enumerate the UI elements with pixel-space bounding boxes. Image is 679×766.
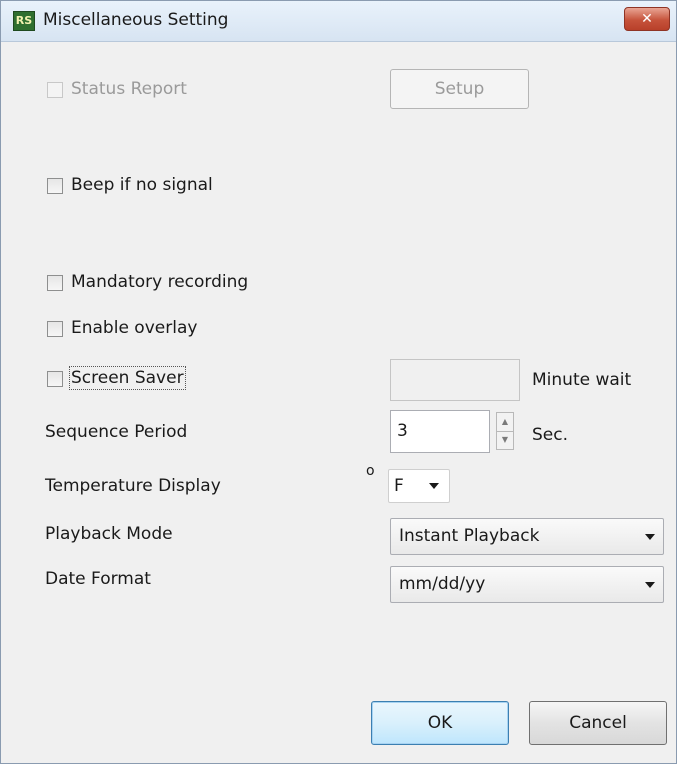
sec-unit-label: Sec.	[532, 425, 569, 445]
sequence-period-spinner[interactable]: ▲ ▼	[496, 412, 514, 450]
enable-overlay-label: Enable overlay	[71, 318, 198, 338]
chevron-down-icon	[645, 581, 655, 588]
enable-overlay-checkbox[interactable]	[47, 321, 63, 337]
playback-mode-select[interactable]: Instant Playback	[390, 518, 664, 555]
ok-button[interactable]: OK	[371, 701, 509, 745]
chevron-down-icon	[645, 533, 655, 540]
spin-down-icon[interactable]: ▼	[497, 431, 513, 449]
date-format-select[interactable]: mm/dd/yy	[390, 566, 664, 603]
screen-saver-checkbox[interactable]	[47, 371, 63, 387]
status-report-checkbox[interactable]	[47, 82, 63, 98]
playback-mode-value: Instant Playback	[399, 526, 540, 546]
playback-mode-label: Playback Mode	[45, 524, 173, 544]
mandatory-recording-checkbox[interactable]	[47, 275, 63, 291]
chevron-down-icon	[429, 483, 439, 489]
title-bar: RS Miscellaneous Setting ✕	[1, 1, 676, 42]
date-format-label: Date Format	[45, 569, 151, 589]
window-title: Miscellaneous Setting	[43, 10, 229, 30]
sequence-period-label: Sequence Period	[45, 422, 188, 442]
degree-symbol: o	[366, 463, 375, 479]
temperature-display-label: Temperature Display	[45, 476, 221, 496]
date-format-value: mm/dd/yy	[399, 574, 486, 594]
beep-if-no-signal-checkbox[interactable]	[47, 178, 63, 194]
spin-up-icon[interactable]: ▲	[497, 413, 513, 432]
temperature-unit-value: F	[394, 476, 404, 496]
screen-saver-label: Screen Saver	[69, 366, 186, 390]
miscellaneous-setting-dialog: RS Miscellaneous Setting ✕ Status Report…	[0, 0, 677, 764]
status-report-label: Status Report	[71, 79, 187, 99]
beep-if-no-signal-label: Beep if no signal	[71, 175, 213, 195]
mandatory-recording-label: Mandatory recording	[71, 272, 249, 292]
temperature-unit-select[interactable]: F	[388, 469, 450, 503]
setup-button[interactable]: Setup	[390, 69, 529, 109]
screen-saver-minutes-input[interactable]	[390, 359, 520, 401]
cancel-button[interactable]: Cancel	[529, 701, 667, 745]
app-logo-icon: RS	[13, 11, 35, 31]
minute-wait-label: Minute wait	[532, 370, 632, 390]
close-button[interactable]: ✕	[624, 7, 670, 31]
sequence-period-input[interactable]: 3	[390, 410, 490, 453]
